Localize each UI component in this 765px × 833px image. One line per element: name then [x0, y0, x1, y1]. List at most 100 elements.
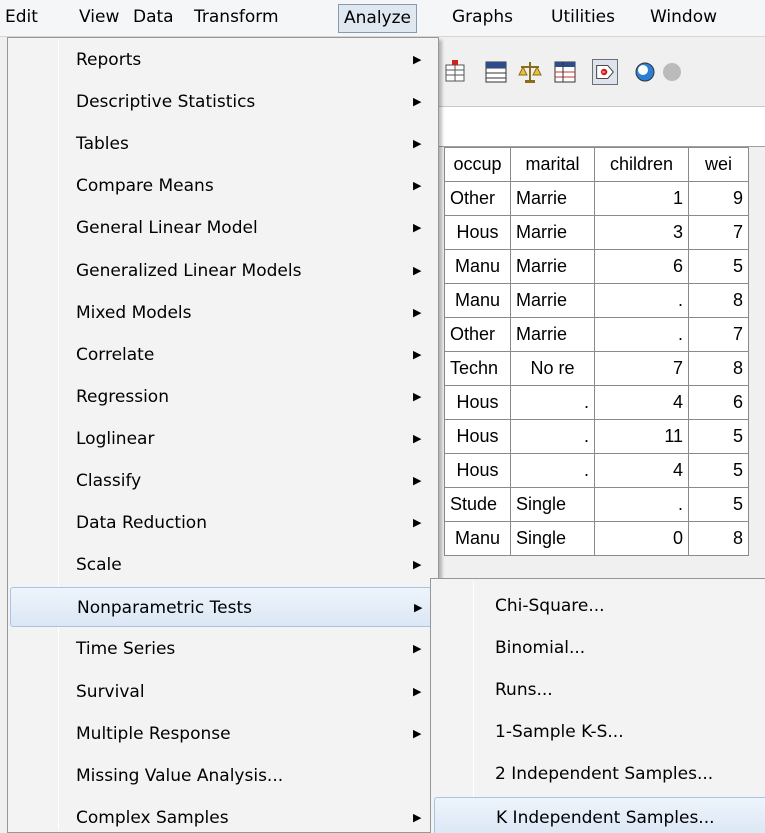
grid-cell-occup[interactable]: Hous: [444, 385, 511, 420]
menu-analyze-label: Analyze: [344, 8, 411, 28]
column-header-marital[interactable]: marital: [510, 147, 595, 182]
menu-window[interactable]: Window: [645, 4, 722, 33]
grid-cell-occup[interactable]: Stude: [444, 487, 511, 522]
menu-analyze[interactable]: Analyze: [338, 4, 417, 33]
menu-item-nonparametric-tests[interactable]: Nonparametric Tests ▶: [10, 587, 436, 628]
show-all-icon[interactable]: [659, 59, 685, 85]
grid-cell-marital[interactable]: Marrie: [510, 249, 595, 284]
grid-cell-occup[interactable]: Techn: [444, 351, 511, 386]
grid-cell-marital[interactable]: .: [510, 453, 595, 488]
menu-item-data-reduction[interactable]: Data Reduction ▶: [10, 503, 436, 543]
submenu-item-1-sample-k-s[interactable]: 1-Sample K-S...: [434, 712, 765, 752]
menu-item-tables[interactable]: Tables ▶: [10, 124, 436, 164]
grid-cell-marital[interactable]: Marrie: [510, 215, 595, 250]
menu-item-complex-samples[interactable]: Complex Samples ▶: [10, 798, 436, 833]
grid-cell-marital[interactable]: .: [510, 419, 595, 454]
grid-cell-marital[interactable]: Single: [510, 521, 595, 556]
submenu-item-2-independent-samples[interactable]: 2 Independent Samples...: [434, 754, 765, 794]
grid-cell-children[interactable]: .: [594, 283, 689, 318]
grid-cell-occup[interactable]: Manu: [444, 283, 511, 318]
grid-cell-wei[interactable]: 7: [688, 215, 749, 250]
submenu-item-chi-square[interactable]: Chi-Square...: [434, 586, 765, 626]
grid-cell-wei[interactable]: 5: [688, 453, 749, 488]
grid-cell-marital[interactable]: .: [510, 385, 595, 420]
menu-item-regression[interactable]: Regression ▶: [10, 377, 436, 417]
table-row: Techn No re 7 8: [444, 351, 749, 386]
menu-edit[interactable]: Edit: [0, 4, 43, 33]
menu-item-loglinear[interactable]: Loglinear ▶: [10, 419, 436, 459]
menu-graphs[interactable]: Graphs: [447, 4, 518, 33]
grid-cell-children[interactable]: 4: [594, 385, 689, 420]
select-cases-icon[interactable]: [552, 59, 578, 85]
grid-cell-children[interactable]: 6: [594, 249, 689, 284]
grid-cell-children[interactable]: .: [594, 487, 689, 522]
grid-cell-marital[interactable]: No re: [510, 351, 595, 386]
menu-item-multiple-response[interactable]: Multiple Response ▶: [10, 714, 436, 754]
grid-cell-wei[interactable]: 5: [688, 487, 749, 522]
menu-view[interactable]: View: [74, 4, 124, 33]
menu-transform-label: Transform: [194, 7, 279, 27]
insert-cases-icon[interactable]: [442, 59, 468, 85]
submenu-arrow-icon: ▶: [414, 601, 423, 615]
grid-cell-occup[interactable]: Other: [444, 317, 511, 352]
grid-cell-wei[interactable]: 9: [688, 181, 749, 216]
grid-cell-marital[interactable]: Marrie: [510, 317, 595, 352]
grid-cell-children[interactable]: .: [594, 317, 689, 352]
grid-cell-occup[interactable]: Hous: [444, 419, 511, 454]
toolbar: [437, 37, 765, 107]
value-labels-icon[interactable]: [592, 59, 618, 85]
grid-cell-children[interactable]: 4: [594, 453, 689, 488]
menu-item-descriptive-statistics[interactable]: Descriptive Statistics ▶: [10, 82, 436, 122]
column-header-children[interactable]: children: [594, 147, 689, 182]
menu-item-label: Loglinear: [76, 428, 155, 449]
grid-cell-occup[interactable]: Manu: [444, 521, 511, 556]
grid-cell-wei[interactable]: 8: [688, 283, 749, 318]
grid-cell-children[interactable]: 0: [594, 521, 689, 556]
grid-cell-occup[interactable]: Manu: [444, 249, 511, 284]
table-row: Other Marrie 1 9: [444, 181, 749, 216]
menu-data[interactable]: Data: [128, 4, 179, 33]
grid-cell-marital[interactable]: Marrie: [510, 283, 595, 318]
menu-item-time-series[interactable]: Time Series ▶: [10, 629, 436, 669]
menu-item-survival[interactable]: Survival ▶: [10, 672, 436, 712]
grid-cell-wei[interactable]: 5: [688, 419, 749, 454]
split-file-icon[interactable]: [483, 59, 509, 85]
menu-item-correlate[interactable]: Correlate ▶: [10, 335, 436, 375]
grid-cell-marital[interactable]: Marrie: [510, 181, 595, 216]
column-header-weight[interactable]: wei: [688, 147, 749, 182]
menu-utilities[interactable]: Utilities: [546, 4, 620, 33]
grid-cell-wei[interactable]: 8: [688, 351, 749, 386]
menu-item-label: Missing Value Analysis...: [76, 765, 284, 786]
grid-cell-children[interactable]: 11: [594, 419, 689, 454]
grid-cell-marital[interactable]: Single: [510, 487, 595, 522]
menu-item-compare-means[interactable]: Compare Means ▶: [10, 166, 436, 206]
menu-data-label: Data: [133, 7, 174, 27]
grid-cell-wei[interactable]: 6: [688, 385, 749, 420]
menu-transform[interactable]: Transform: [189, 4, 284, 33]
grid-cell-children[interactable]: 3: [594, 215, 689, 250]
menu-item-mixed-models[interactable]: Mixed Models ▶: [10, 293, 436, 333]
submenu-item-runs[interactable]: Runs...: [434, 670, 765, 710]
grid-cell-occup[interactable]: Hous: [444, 215, 511, 250]
menu-item-general-linear-model[interactable]: General Linear Model ▶: [10, 208, 436, 248]
submenu-item-k-independent-samples[interactable]: K Independent Samples...: [434, 796, 765, 833]
submenu-arrow-icon: ▶: [413, 684, 422, 698]
grid-cell-wei[interactable]: 5: [688, 249, 749, 284]
submenu-item-binomial[interactable]: Binomial...: [434, 628, 765, 668]
grid-cell-wei[interactable]: 7: [688, 317, 749, 352]
menu-item-missing-value-analysis[interactable]: Missing Value Analysis...: [10, 756, 436, 796]
column-header-occup[interactable]: occup: [444, 147, 511, 182]
menu-item-label: Regression: [76, 386, 169, 407]
grid-cell-children[interactable]: 1: [594, 181, 689, 216]
grid-cell-wei[interactable]: 8: [688, 521, 749, 556]
menu-item-classify[interactable]: Classify ▶: [10, 461, 436, 501]
grid-cell-occup[interactable]: Hous: [444, 453, 511, 488]
use-sets-icon[interactable]: [632, 59, 658, 85]
grid-cell-children[interactable]: 7: [594, 351, 689, 386]
grid-cell-occup[interactable]: Other: [444, 181, 511, 216]
table-row: Hous. 11 5: [444, 419, 749, 454]
menu-item-generalized-linear-models[interactable]: Generalized Linear Models ▶: [10, 251, 436, 291]
menu-item-reports[interactable]: Reports ▶: [10, 40, 436, 80]
weight-cases-icon[interactable]: [517, 59, 543, 85]
menu-item-scale[interactable]: Scale ▶: [10, 545, 436, 585]
